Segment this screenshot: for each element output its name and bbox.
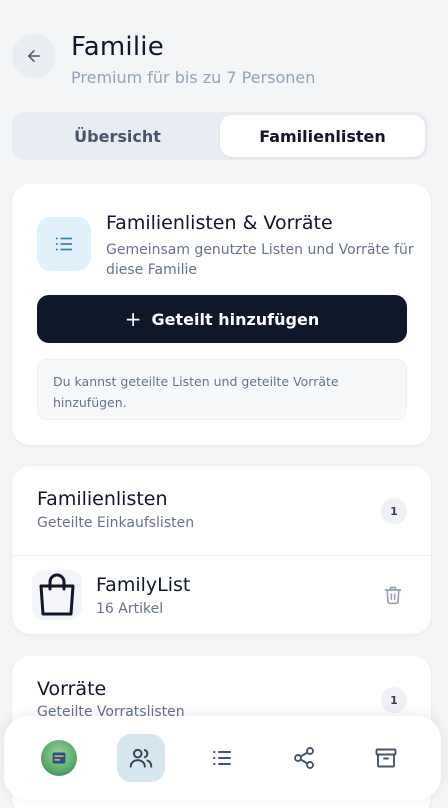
page-title: Familie <box>71 32 164 62</box>
list-icon <box>55 237 73 251</box>
family-lists-card: Familienlisten Geteilte Einkaufslisten 1… <box>12 466 431 634</box>
archive-icon <box>375 748 397 768</box>
lists-count-badge: 1 <box>381 498 407 524</box>
tab-family-lists[interactable]: Familienlisten <box>220 115 425 157</box>
intro-description: Gemeinsam genutzte Listen und Vorräte fü… <box>106 242 414 278</box>
add-shared-button-label: Geteilt hinzufügen <box>151 309 320 329</box>
page-subtitle: Premium für bis zu 7 Personen <box>71 68 316 87</box>
arrow-left-icon <box>28 50 40 62</box>
tab-overview[interactable]: Übersicht <box>15 115 220 157</box>
tab-bar: Übersicht Familienlisten <box>12 112 428 160</box>
lists-section-title: Familienlisten <box>37 488 168 510</box>
back-button[interactable] <box>12 34 56 78</box>
users-icon <box>129 748 152 768</box>
nav-family[interactable] <box>116 734 165 782</box>
stock-section-title: Vorräte <box>37 678 107 700</box>
avatar <box>40 740 77 776</box>
list-item[interactable]: FamilyList 16 Artikel <box>12 556 431 634</box>
nav-share[interactable] <box>280 734 328 782</box>
trash-icon[interactable] <box>383 585 403 605</box>
add-shared-button[interactable]: + Geteilt hinzufügen <box>37 295 407 343</box>
share-icon <box>294 747 315 769</box>
intro-icon-box <box>37 217 91 271</box>
lists-section-subtitle: Geteilte Einkaufslisten <box>37 515 195 531</box>
plus-icon: + <box>124 307 142 331</box>
bottom-nav <box>4 716 441 800</box>
page-header: Familie Premium für bis zu 7 Personen <box>12 32 436 92</box>
bag-icon-box <box>32 570 82 620</box>
list-item-name: FamilyList <box>96 574 191 596</box>
shopping-bag-icon <box>39 573 75 616</box>
list-item-count: 16 Artikel <box>96 601 164 617</box>
family-lists-intro-card: Familienlisten & Vorräte Gemeinsam genut… <box>12 184 431 445</box>
list-icon <box>213 751 232 765</box>
nav-profile[interactable] <box>35 734 83 782</box>
intro-title: Familienlisten & Vorräte <box>106 212 333 234</box>
info-box: Du kannst geteilte Listen und geteilte V… <box>37 359 407 420</box>
nav-archive[interactable] <box>362 734 410 782</box>
nav-lists[interactable] <box>198 734 246 782</box>
stock-count-badge: 1 <box>381 687 407 713</box>
